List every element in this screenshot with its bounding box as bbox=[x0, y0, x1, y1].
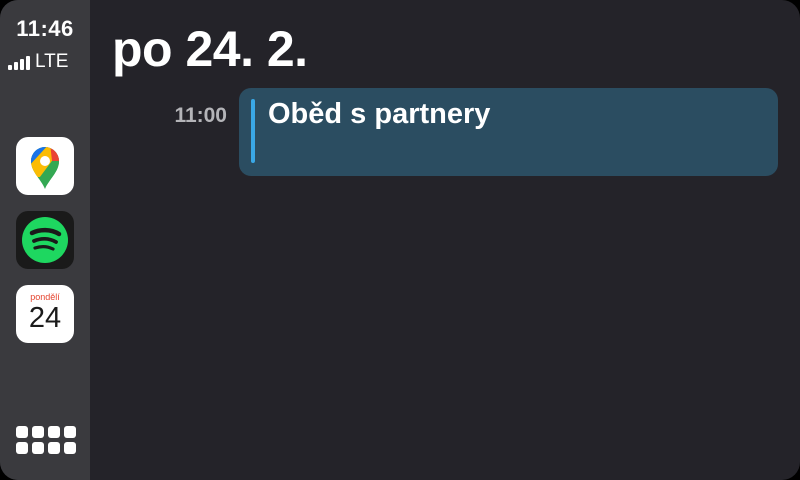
signal-status: LTE bbox=[8, 52, 68, 72]
spotify-icon bbox=[22, 217, 68, 263]
status-time: 11:46 bbox=[16, 16, 74, 41]
event-title: Oběd s partnery bbox=[268, 98, 491, 130]
calendar-app-button[interactable]: pondělí 24 bbox=[16, 285, 74, 343]
app-grid-icon[interactable] bbox=[16, 426, 76, 458]
google-maps-app-button[interactable] bbox=[16, 137, 74, 195]
carplay-sidebar: 11:46 LTE pondělí 24 bbox=[0, 0, 90, 480]
event-time: 11:00 bbox=[174, 104, 227, 127]
carplay-screen: 11:46 LTE pondělí 24 po 24. 2. 11:00 Obě… bbox=[0, 0, 800, 480]
event-card[interactable]: Oběd s partnery bbox=[239, 88, 778, 176]
network-type: LTE bbox=[35, 51, 69, 72]
spotify-app-button[interactable] bbox=[16, 211, 74, 269]
event-color-bar bbox=[251, 99, 255, 163]
calendar-icon-day: 24 bbox=[28, 302, 62, 334]
google-maps-icon bbox=[31, 147, 59, 189]
page-title: po 24. 2. bbox=[112, 21, 308, 77]
cellular-signal-icon bbox=[8, 56, 30, 70]
